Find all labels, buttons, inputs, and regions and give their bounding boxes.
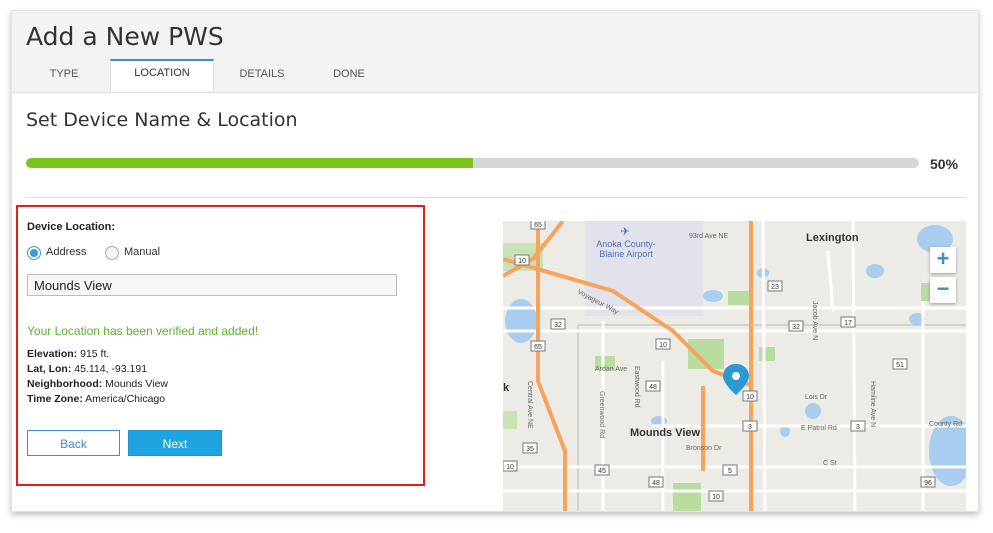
route-shield-number: 65 bbox=[534, 222, 542, 229]
tab-details[interactable]: DETAILS bbox=[226, 62, 298, 90]
lat-lon-value: 45.114, -93.191 bbox=[71, 363, 148, 375]
manual-radio[interactable] bbox=[105, 246, 119, 260]
route-shield-number: 5 bbox=[728, 468, 732, 475]
route-shield-number: 51 bbox=[896, 362, 904, 369]
divider bbox=[26, 197, 966, 198]
route-shield-number: 65 bbox=[534, 344, 542, 351]
road-label: 93rd Ave NE bbox=[689, 233, 729, 240]
time-zone-label: Time Zone: bbox=[27, 393, 83, 405]
route-shield-number: 35 bbox=[526, 446, 534, 453]
lat-lon-label: Lat, Lon: bbox=[27, 363, 72, 375]
route-shield-number: 32 bbox=[554, 322, 562, 329]
elevation-line: Elevation: 915 ft. bbox=[27, 348, 109, 360]
road-label: Central Ave NE bbox=[526, 381, 533, 429]
zoom-in-button[interactable]: + bbox=[930, 247, 956, 273]
progress-fill bbox=[26, 158, 473, 168]
route-shield-number: 10 bbox=[712, 494, 720, 501]
road-label: E Patrol Rd bbox=[801, 425, 837, 432]
place-label-k: k bbox=[503, 382, 510, 394]
route-shield-number: 45 bbox=[598, 468, 606, 475]
page-title: Add a New PWS bbox=[26, 22, 224, 51]
road-label: Jacob Ave N bbox=[811, 301, 818, 340]
road-label: Lois Dr bbox=[805, 394, 828, 401]
progress-bar bbox=[26, 158, 919, 168]
map-canvas: ✈ Anoka County- Blaine Airport Lexington… bbox=[503, 221, 966, 511]
neighborhood-line: Neighborhood: Mounds View bbox=[27, 378, 168, 390]
road-label: Eastwood Rd bbox=[633, 366, 640, 408]
device-location-label: Device Location: bbox=[27, 221, 116, 233]
route-shield-number: 32 bbox=[792, 324, 800, 331]
verified-message: Your Location has been verified and adde… bbox=[27, 324, 259, 338]
manual-radio-label[interactable]: Manual bbox=[124, 246, 160, 258]
route-shield-number: 48 bbox=[649, 384, 657, 391]
neighborhood-value: Mounds View bbox=[102, 378, 168, 390]
back-button[interactable]: Back bbox=[27, 430, 120, 456]
tab-type[interactable]: TYPE bbox=[36, 62, 92, 90]
water-body bbox=[805, 403, 821, 419]
route-shield-number: 3 bbox=[748, 424, 752, 431]
next-button[interactable]: Next bbox=[128, 430, 222, 456]
route-shield-number: 23 bbox=[771, 284, 779, 291]
road-label: Hamline Ave N bbox=[869, 381, 876, 427]
lat-lon-line: Lat, Lon: 45.114, -93.191 bbox=[27, 363, 147, 375]
route-shield-number: 10 bbox=[659, 342, 667, 349]
address-input[interactable] bbox=[27, 274, 397, 296]
progress-percent: 50% bbox=[930, 156, 959, 172]
route-shield-number: 48 bbox=[652, 480, 660, 487]
park-area bbox=[728, 291, 750, 305]
park-area bbox=[503, 411, 517, 429]
elevation-label: Elevation: bbox=[27, 348, 78, 360]
road-label: County Rd bbox=[929, 421, 962, 428]
device-location-form: Device Location: Address Manual Your Loc… bbox=[16, 205, 425, 486]
time-zone-value: America/Chicago bbox=[82, 393, 166, 405]
route-shield-number: 10 bbox=[518, 258, 526, 265]
address-radio-label[interactable]: Address bbox=[46, 246, 86, 258]
route-shield-number: 10 bbox=[506, 464, 514, 471]
route-shield-number: 3 bbox=[856, 424, 860, 431]
airport-name: Anoka County- bbox=[596, 239, 656, 249]
section-title: Set Device Name & Location bbox=[26, 109, 298, 131]
place-label-lexington: Lexington bbox=[806, 232, 859, 244]
elevation-value: 915 ft. bbox=[77, 348, 110, 360]
wizard-header: Add a New PWS TYPE LOCATION DETAILS DONE bbox=[12, 11, 978, 93]
tab-done[interactable]: DONE bbox=[316, 62, 382, 90]
neighborhood-label: Neighborhood: bbox=[27, 378, 103, 390]
location-map[interactable]: ✈ Anoka County- Blaine Airport Lexington… bbox=[503, 221, 966, 511]
wizard-card: Add a New PWS TYPE LOCATION DETAILS DONE… bbox=[11, 10, 979, 512]
water-body bbox=[866, 264, 884, 278]
route-shield-number: 96 bbox=[924, 480, 932, 487]
time-zone-line: Time Zone: America/Chicago bbox=[27, 393, 165, 405]
place-label-mounds-view: Mounds View bbox=[630, 427, 701, 439]
route-shield-number: 17 bbox=[844, 320, 852, 327]
road-label: Ardan Ave bbox=[595, 366, 627, 373]
road-label: Bronson Dr bbox=[686, 445, 722, 452]
airport-name: Blaine Airport bbox=[599, 249, 653, 259]
road-label: Greenwood Rd bbox=[598, 391, 605, 438]
tab-location[interactable]: LOCATION bbox=[110, 59, 214, 91]
water-body bbox=[505, 299, 537, 343]
park-area bbox=[673, 483, 701, 511]
park-area bbox=[759, 347, 775, 361]
water-body bbox=[703, 290, 723, 302]
route-shield-number: 10 bbox=[746, 394, 754, 401]
airport-icon: ✈ bbox=[620, 226, 629, 238]
road-label: C St bbox=[823, 460, 837, 467]
zoom-out-button[interactable]: − bbox=[930, 277, 956, 303]
address-radio[interactable] bbox=[27, 246, 41, 260]
